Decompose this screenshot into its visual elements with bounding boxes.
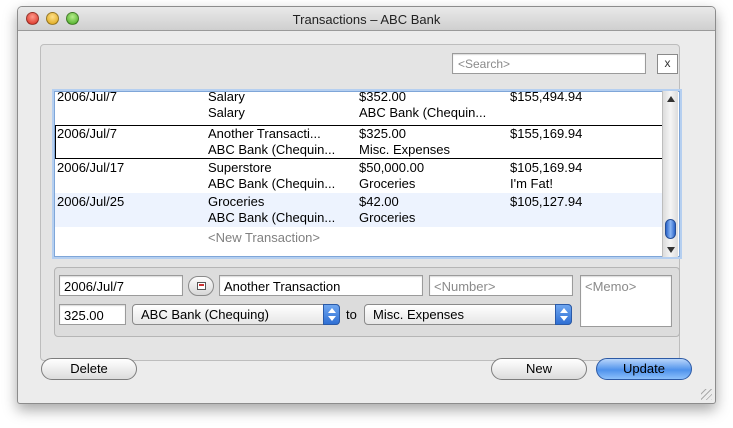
- date-field[interactable]: 2006/Jul/7: [59, 275, 183, 296]
- table-row[interactable]: 2006/Jul/25 Groceries $42.00 $105,127.94…: [55, 193, 663, 227]
- new-transaction-placeholder[interactable]: <New Transaction>: [208, 230, 320, 245]
- row-category: Groceries: [359, 210, 416, 225]
- resize-grip-icon[interactable]: [701, 389, 712, 400]
- calendar-button[interactable]: [188, 276, 214, 296]
- scroll-down-arrow-icon[interactable]: [667, 247, 675, 253]
- row-date: 2006/Jul/25: [57, 194, 125, 209]
- row-amount: $50,000.00: [359, 160, 425, 175]
- to-account-value: Misc. Expenses: [373, 307, 465, 322]
- number-field[interactable]: <Number>: [429, 275, 573, 296]
- row-account: ABC Bank (Chequin...: [208, 142, 336, 157]
- select-stepper-icon: [323, 304, 340, 325]
- row-balance: $155,494.94: [510, 91, 583, 104]
- row-memo: I'm Fat!: [510, 176, 553, 191]
- row-category: Groceries: [359, 176, 416, 191]
- row-account: Salary: [208, 105, 245, 120]
- to-label: to: [346, 307, 357, 322]
- window-title: Transactions – ABC Bank: [292, 12, 441, 27]
- select-stepper-icon: [555, 304, 572, 325]
- from-account-select[interactable]: ABC Bank (Chequing): [132, 304, 340, 325]
- transaction-list[interactable]: 2006/Jul/7 Salary $352.00 $155,494.94 Sa…: [54, 91, 680, 257]
- table-row[interactable]: 2006/Jul/7 Salary $352.00 $155,494.94 Sa…: [55, 91, 663, 122]
- to-account-select[interactable]: Misc. Expenses: [364, 304, 572, 325]
- clear-search-button[interactable]: x: [657, 54, 678, 74]
- table-row-selected[interactable]: 2006/Jul/7 Another Transacti... $325.00 …: [55, 125, 663, 159]
- row-description: Superstore: [208, 160, 272, 175]
- list-scrollbar[interactable]: [662, 91, 678, 257]
- row-balance: $105,127.94: [510, 194, 583, 209]
- calendar-icon: [197, 282, 206, 290]
- scroll-thumb[interactable]: [665, 219, 676, 239]
- description-field[interactable]: Another Transaction: [219, 275, 423, 296]
- row-amount: $42.00: [359, 194, 399, 209]
- delete-button[interactable]: Delete: [41, 358, 137, 380]
- table-row[interactable]: 2006/Jul/17 Superstore $50,000.00 $105,1…: [55, 159, 663, 193]
- from-account-value: ABC Bank (Chequing): [141, 307, 269, 322]
- row-description: Salary: [208, 91, 245, 104]
- search-field[interactable]: <Search>: [452, 53, 646, 74]
- row-category: Misc. Expenses: [359, 142, 451, 157]
- row-amount: $325.00: [359, 126, 406, 141]
- row-balance: $105,169.94: [510, 160, 583, 175]
- row-date: 2006/Jul/7: [57, 91, 117, 104]
- row-date: 2006/Jul/17: [57, 160, 125, 175]
- row-description: Another Transacti...: [208, 126, 321, 141]
- memo-field[interactable]: <Memo>: [580, 275, 672, 327]
- new-button[interactable]: New: [491, 358, 587, 380]
- row-account: ABC Bank (Chequin...: [208, 176, 336, 191]
- row-balance: $155,169.94: [510, 126, 583, 141]
- row-category: ABC Bank (Chequin...: [359, 105, 487, 120]
- scroll-up-arrow-icon[interactable]: [667, 96, 675, 102]
- amount-field[interactable]: 325.00: [59, 304, 126, 325]
- row-description: Groceries: [208, 194, 265, 209]
- title-bar[interactable]: Transactions – ABC Bank: [18, 7, 715, 31]
- row-date: 2006/Jul/7: [57, 126, 117, 141]
- row-account: ABC Bank (Chequin...: [208, 210, 336, 225]
- transactions-window: Transactions – ABC Bank <Search> x 2006/…: [17, 6, 716, 404]
- row-amount: $352.00: [359, 91, 406, 104]
- update-button[interactable]: Update: [596, 358, 692, 380]
